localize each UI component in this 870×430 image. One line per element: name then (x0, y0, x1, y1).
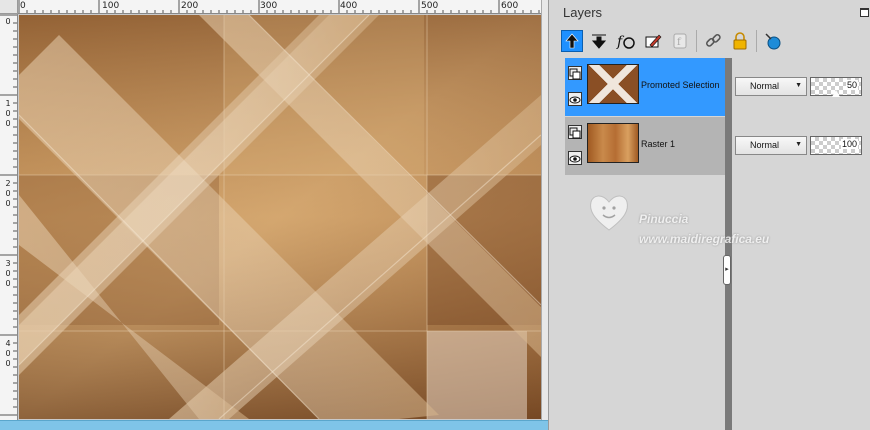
ruler-v-label-300-b: 0 (5, 269, 11, 278)
ruler-v-label-200-c: 0 (5, 199, 11, 208)
layer-row-raster-1[interactable]: Raster 1 (565, 117, 725, 175)
ruler-h-label-600: 600 (501, 1, 519, 11)
ruler-h-label-200: 200 (181, 1, 199, 11)
ruler-h-label-100: 100 (102, 1, 120, 11)
horizontal-ruler-ticks (18, 0, 540, 13)
ruler-corner (0, 0, 18, 14)
move-layer-up-icon (565, 33, 579, 49)
vertical-scrollbar[interactable] (541, 0, 548, 420)
eye-glyph (569, 155, 581, 163)
watermark-name: Pinuccia (639, 212, 689, 226)
new-layer-button[interactable] (762, 30, 784, 52)
layers-palette-title: Layers (563, 5, 603, 20)
mask-icon: f (673, 33, 687, 49)
move-layer-down-button[interactable] (588, 30, 610, 52)
opacity-value: 50 (845, 80, 858, 90)
dropdown-arrow-icon: ▼ (795, 141, 802, 148)
move-layer-down-icon (591, 34, 607, 49)
ruler-v-label-300-c: 0 (5, 279, 11, 288)
opacity-control[interactable]: 50 (810, 77, 862, 97)
visibility-eye-icon[interactable] (568, 92, 582, 106)
layer-list: Promoted Selection Raster 1 (565, 58, 725, 176)
link-button[interactable] (702, 30, 724, 52)
blend-mode-select[interactable]: Normal ▼ (735, 136, 807, 155)
blend-mode-select[interactable]: Normal ▼ (735, 77, 807, 96)
ruler-v-label-100-a: 1 (5, 99, 11, 108)
layer-name: Raster 1 (641, 139, 676, 149)
edit-selection-icon (645, 34, 662, 48)
layer-stack-glyph (569, 127, 581, 139)
layer-group-icon[interactable] (568, 125, 582, 139)
blend-row: Normal ▼ 50 (733, 58, 870, 116)
ruler-v-label-300-a: 3 (5, 259, 11, 268)
blend-mode-value: Normal (750, 81, 780, 91)
ruler-v-label-100-b: 0 (5, 109, 11, 118)
opacity-control[interactable]: 100 (810, 136, 862, 155)
layer-thumbnail (587, 123, 639, 163)
heart-logo-icon (590, 195, 628, 231)
ruler-h-label-400: 400 (340, 1, 358, 11)
vertical-ruler: 0 1 0 0 2 0 0 3 0 0 4 0 0 (0, 14, 18, 420)
layer-thumbnail (587, 64, 639, 104)
move-layer-up-button[interactable] (561, 30, 583, 52)
layers-toolbar: f f (561, 27, 789, 55)
new-layer-icon (765, 33, 781, 50)
ruler-v-label-100-c: 0 (5, 119, 11, 128)
visibility-eye-icon[interactable] (568, 151, 582, 165)
eye-glyph (569, 96, 581, 104)
layer-styles-button[interactable]: f (615, 30, 637, 52)
canvas-image[interactable] (19, 15, 541, 419)
canvas-artwork (19, 15, 541, 419)
opacity-slider-marker[interactable] (832, 90, 840, 97)
canvas-area: 0 100 200 300 400 500 600 0 1 0 0 2 0 0 … (0, 0, 548, 430)
ruler-h-label-300: 300 (260, 1, 278, 11)
blend-row: Normal ▼ 100 (733, 117, 870, 175)
ruler-v-label-0: 0 (5, 17, 11, 26)
toolbar-separator (756, 30, 757, 52)
blend-column: Normal ▼ 50 Normal ▼ 100 (733, 58, 870, 176)
ruler-v-label-400-c: 0 (5, 359, 11, 368)
horizontal-ruler: 0 100 200 300 400 500 600 (18, 0, 541, 14)
lock-button[interactable] (729, 30, 751, 52)
layers-palette: Layers f f Promoted Selection Raster 1 ▸… (548, 0, 870, 430)
layer-row-icons (568, 125, 586, 177)
blend-mode-value: Normal (750, 140, 780, 150)
mask-button[interactable]: f (669, 30, 691, 52)
layer-row-promoted-selection[interactable]: Promoted Selection (565, 58, 725, 116)
toolbar-separator (696, 30, 697, 52)
ruler-v-label-200-b: 0 (5, 189, 11, 198)
ruler-h-label-0: 0 (20, 1, 26, 11)
ruler-v-label-200-a: 2 (5, 179, 11, 188)
layer-row-icons (568, 66, 586, 118)
maximize-icon[interactable] (860, 8, 869, 17)
layer-name: Promoted Selection (641, 80, 720, 90)
layer-stack-glyph (569, 68, 581, 80)
ruler-h-label-500: 500 (421, 1, 439, 11)
ruler-v-label-400-a: 4 (5, 339, 11, 348)
lock-icon (733, 32, 747, 50)
link-icon (705, 33, 721, 47)
watermark-url: www.maidiregrafica.eu (639, 232, 770, 246)
opacity-value: 100 (840, 139, 858, 149)
layer-group-icon[interactable] (568, 66, 582, 80)
edit-selection-button[interactable] (642, 30, 664, 52)
horizontal-scrollbar[interactable] (0, 420, 548, 430)
app-window: 0 100 200 300 400 500 600 0 1 0 0 2 0 0 … (0, 0, 870, 430)
dropdown-arrow-icon: ▼ (795, 82, 802, 89)
watermark: Pinuccia www.maidiregrafica.eu (587, 190, 867, 260)
ruler-v-label-400-b: 0 (5, 349, 11, 358)
layer-styles-icon: f (616, 34, 635, 50)
